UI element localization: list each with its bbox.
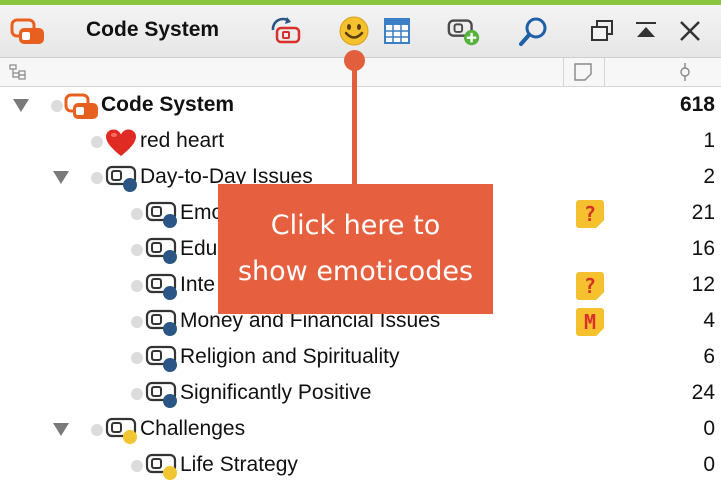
- callout-text-line-1: Click here to: [270, 210, 441, 241]
- emoticode-icon[interactable]: [336, 13, 372, 49]
- expand-toggle[interactable]: [53, 423, 69, 436]
- status-dot[interactable]: [91, 136, 103, 148]
- code-icon: [105, 416, 139, 444]
- code-count: 0: [703, 453, 715, 476]
- code-memo-icon[interactable]: M: [576, 308, 604, 336]
- code-icon: [145, 308, 179, 336]
- callout-text-line-2: show emoticodes: [237, 256, 474, 287]
- code-count: 0: [703, 417, 715, 440]
- undo-code-icon[interactable]: [268, 13, 304, 49]
- tree-row[interactable]: Life Strategy 0: [0, 448, 721, 484]
- code-icon: [145, 272, 179, 300]
- code-count: 1: [703, 129, 715, 152]
- code-label: Edu: [180, 237, 218, 260]
- new-code-icon[interactable]: [446, 13, 482, 49]
- frequency-column-icon[interactable]: [678, 62, 692, 87]
- status-dot[interactable]: [131, 208, 143, 220]
- toolbar: Code System: [0, 5, 721, 58]
- grid-icon[interactable]: [379, 13, 415, 49]
- status-dot[interactable]: [131, 388, 143, 400]
- code-count: 2: [703, 165, 715, 188]
- code-label: Code System: [101, 93, 235, 116]
- status-dot[interactable]: [131, 280, 143, 292]
- code-icon: [145, 236, 179, 264]
- code-label: Inte: [180, 273, 216, 296]
- status-dot[interactable]: [91, 172, 103, 184]
- code-count: 6: [703, 345, 715, 368]
- close-icon[interactable]: [672, 13, 708, 49]
- expand-toggle[interactable]: [13, 99, 29, 112]
- code-count: 4: [703, 309, 715, 332]
- code-memo-icon[interactable]: ?: [576, 272, 604, 300]
- tree-row-root[interactable]: Code System 618: [0, 88, 721, 124]
- status-dot[interactable]: [131, 316, 143, 328]
- undock-icon[interactable]: [584, 13, 620, 49]
- collapse-up-icon[interactable]: [628, 13, 664, 49]
- status-dot[interactable]: [131, 244, 143, 256]
- tree-row[interactable]: Challenges 0: [0, 412, 721, 448]
- code-count: 24: [691, 381, 715, 404]
- panel-title: Code System: [86, 18, 220, 41]
- expand-toggle[interactable]: [53, 171, 69, 184]
- callout-pointer-dot: [344, 50, 365, 71]
- code-icon: [145, 452, 179, 480]
- code-label: Emo: [180, 201, 224, 224]
- code-system-icon: [64, 92, 98, 120]
- code-count: 16: [691, 237, 715, 260]
- code-label: Religion and Spirituality: [180, 345, 400, 368]
- code-icon: [145, 344, 179, 372]
- tree-hierarchy-icon[interactable]: [9, 64, 27, 85]
- status-dot[interactable]: [51, 100, 63, 112]
- status-dot[interactable]: [131, 352, 143, 364]
- code-label: Challenges: [140, 417, 246, 440]
- code-icon: [145, 380, 179, 408]
- callout-box: Click here to show emoticodes: [218, 184, 493, 314]
- status-dot[interactable]: [91, 424, 103, 436]
- red-heart-icon: [105, 128, 139, 156]
- code-icon: [145, 200, 179, 228]
- tree-row[interactable]: Religion and Spirituality 6: [0, 340, 721, 376]
- memo-column-icon[interactable]: [573, 63, 593, 86]
- code-memo-icon[interactable]: ?: [576, 200, 604, 228]
- code-count: 618: [679, 93, 715, 116]
- code-label: Significantly Positive: [180, 381, 372, 404]
- search-icon[interactable]: [516, 13, 552, 49]
- tree-row[interactable]: Significantly Positive 24: [0, 376, 721, 412]
- code-label: Life Strategy: [180, 453, 298, 476]
- code-count: 21: [691, 201, 715, 224]
- code-icon: [105, 164, 139, 192]
- code-system-icon: [10, 17, 46, 52]
- code-count: 12: [691, 273, 715, 296]
- code-label: red heart: [140, 129, 225, 152]
- status-dot[interactable]: [131, 460, 143, 472]
- callout-pointer-line: [352, 60, 357, 190]
- tree-row[interactable]: red heart 1: [0, 124, 721, 160]
